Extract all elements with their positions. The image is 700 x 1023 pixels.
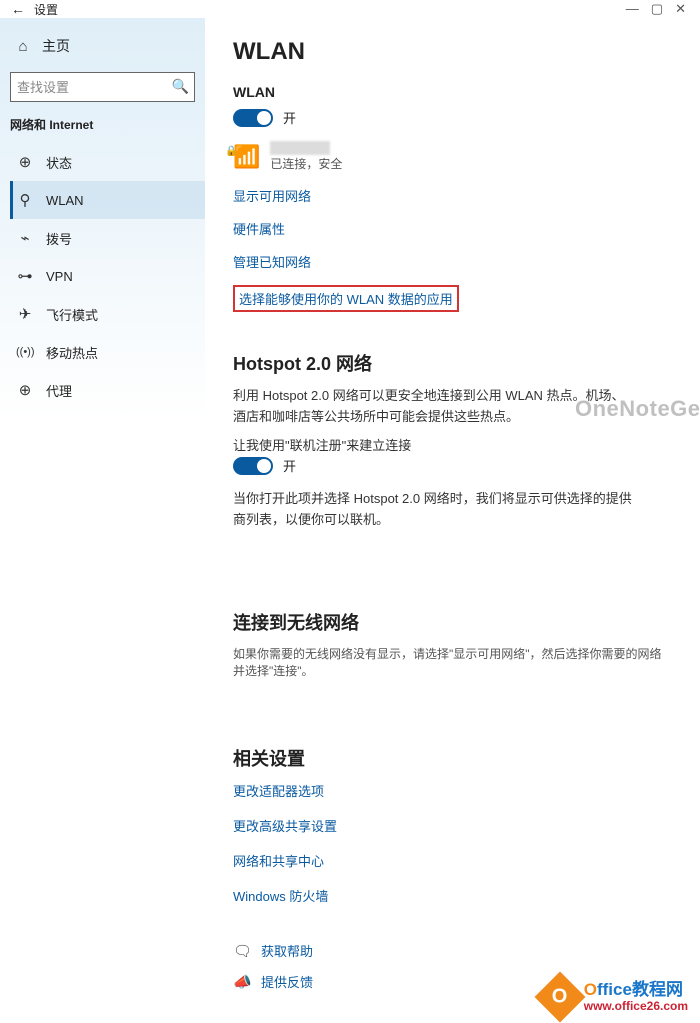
- sidebar-item-label: WLAN: [46, 193, 84, 208]
- home-label: 主页: [42, 36, 70, 56]
- hotspot-toggle-state: 开: [283, 456, 296, 475]
- search-icon: 🔍: [172, 78, 189, 95]
- sidebar-item-label: 状态: [46, 153, 72, 172]
- sidebar: ⌂ 主页 🔍 网络和 Internet ⊕ 状态 ⚲ WLAN ⌁ 拨: [0, 18, 205, 1023]
- wifi-secure-icon: 📶🔒: [233, 144, 260, 170]
- maximize-button[interactable]: ▢: [651, 1, 663, 17]
- ssid-redacted: [270, 141, 330, 155]
- hotspot-note: 当你打开此项并选择 Hotspot 2.0 网络时，我们将显示可供选择的提供商列…: [233, 489, 633, 531]
- hotspot-desc: 利用 Hotspot 2.0 网络可以更安全地连接到公用 WLAN 热点。机场、…: [233, 386, 633, 428]
- close-button[interactable]: ✕: [675, 1, 686, 17]
- wlan-toggle[interactable]: [233, 109, 273, 127]
- link-advanced-sharing[interactable]: 更改高级共享设置: [233, 816, 672, 835]
- home-nav[interactable]: ⌂ 主页: [10, 28, 205, 64]
- logo-line1: Office教程网: [584, 981, 688, 1000]
- sidebar-item-label: 飞行模式: [46, 305, 98, 324]
- connected-network-row[interactable]: 📶🔒 已连接，安全: [233, 141, 672, 172]
- wlan-toggle-state: 开: [283, 108, 296, 127]
- link-adapter-options[interactable]: 更改适配器选项: [233, 781, 672, 800]
- link-choose-apps[interactable]: 选择能够使用你的 WLAN 数据的应用: [233, 285, 459, 312]
- vpn-icon: ⊶: [16, 267, 34, 285]
- sidebar-item-wlan[interactable]: ⚲ WLAN: [10, 181, 205, 219]
- sidebar-item-vpn[interactable]: ⊶ VPN: [10, 257, 205, 295]
- sidebar-item-airplane[interactable]: ✈ 飞行模式: [10, 295, 205, 333]
- airplane-icon: ✈: [16, 305, 34, 323]
- back-button[interactable]: ←: [6, 1, 30, 17]
- lock-icon: 🔒: [225, 146, 237, 157]
- sidebar-item-label: 代理: [46, 381, 72, 400]
- logo-line2: www.office26.com: [584, 1000, 688, 1013]
- sidebar-item-dialup[interactable]: ⌁ 拨号: [10, 219, 205, 257]
- sidebar-item-status[interactable]: ⊕ 状态: [10, 143, 205, 181]
- search-input[interactable]: [10, 72, 195, 102]
- app-title: 设置: [34, 1, 58, 18]
- connection-status: 已连接，安全: [270, 155, 342, 172]
- get-help-label: 获取帮助: [261, 941, 313, 960]
- related-title: 相关设置: [233, 745, 672, 771]
- logo-icon: O: [534, 972, 585, 1023]
- hotspot-title: Hotspot 2.0 网络: [233, 350, 672, 376]
- help-icon: 🗨: [233, 942, 251, 960]
- link-network-center[interactable]: 网络和共享中心: [233, 851, 672, 870]
- link-show-networks[interactable]: 显示可用网络: [233, 186, 672, 205]
- status-icon: ⊕: [16, 153, 34, 171]
- hotspot-toggle[interactable]: [233, 457, 273, 475]
- dialup-icon: ⌁: [16, 229, 34, 247]
- minimize-button[interactable]: ―: [626, 1, 639, 17]
- link-manage-known[interactable]: 管理已知网络: [233, 252, 672, 271]
- wlan-subheader: WLAN: [233, 84, 672, 100]
- sidebar-item-hotspot[interactable]: ((•)) 移动热点: [10, 333, 205, 371]
- link-hardware-props[interactable]: 硬件属性: [233, 219, 672, 238]
- content-pane: WLAN WLAN 开 📶🔒 已连接，安全 显示可用网络 硬件属性 管理已知网络…: [205, 18, 700, 1023]
- home-icon: ⌂: [14, 38, 32, 55]
- proxy-icon: ⊕: [16, 381, 34, 399]
- hotspot-icon: ((•)): [16, 346, 34, 358]
- connect-title: 连接到无线网络: [233, 609, 672, 635]
- feedback-label: 提供反馈: [261, 972, 313, 991]
- sidebar-item-proxy[interactable]: ⊕ 代理: [10, 371, 205, 409]
- sidebar-item-label: VPN: [46, 269, 73, 284]
- sidebar-item-label: 拨号: [46, 229, 72, 248]
- hotspot-toggle-label: 让我使用"联机注册"来建立连接: [233, 436, 633, 457]
- sidebar-item-label: 移动热点: [46, 343, 98, 362]
- link-firewall[interactable]: Windows 防火墙: [233, 886, 672, 905]
- footer-logo: O Office教程网 www.office26.com: [542, 979, 688, 1015]
- wifi-icon: ⚲: [16, 191, 34, 209]
- titlebar: ← 设置 ― ▢ ✕: [0, 0, 700, 18]
- get-help-link[interactable]: 🗨 获取帮助: [233, 941, 672, 960]
- connect-desc: 如果你需要的无线网络没有显示，请选择"显示可用网络"，然后选择你需要的网络并选择…: [233, 645, 672, 679]
- feedback-icon: 📣: [233, 973, 251, 991]
- page-title: WLAN: [233, 38, 672, 66]
- sidebar-section-label: 网络和 Internet: [10, 116, 205, 133]
